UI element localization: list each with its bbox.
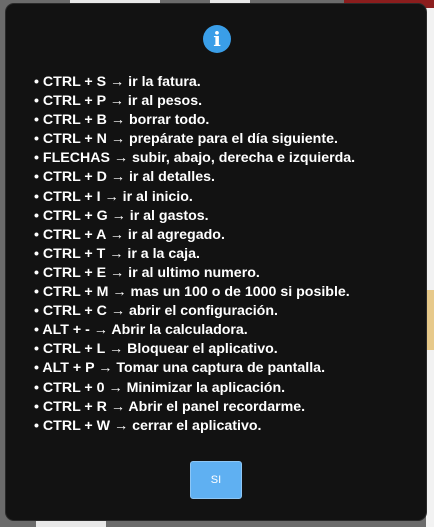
info-icon: i xyxy=(203,25,231,53)
background-fragment xyxy=(36,521,106,527)
shortcut-item: • CTRL + W → cerrar el aplicativo. xyxy=(34,417,262,434)
shortcut-item: • CTRL + C → abrir el configuración. xyxy=(34,303,278,320)
shortcut-item: • ALT + P → Tomar una captura de pantall… xyxy=(34,360,326,377)
shortcuts-dialog: i • CTRL + S → ir la fatura. • CTRL + P →… xyxy=(6,4,426,520)
shortcut-item: • CTRL + D → ir al detalles. xyxy=(34,169,215,186)
shortcut-item: • CTRL + A → ir al agregado. xyxy=(34,226,225,243)
shortcut-item: • CTRL + 0 → Minimizar la aplicación. xyxy=(34,379,286,396)
shortcut-list: • CTRL + S → ir la fatura. • CTRL + P → i… xyxy=(34,73,355,436)
shortcut-item: • FLECHAS → subir, abajo, derecha e izqu… xyxy=(34,150,356,167)
shortcut-item: • CTRL + N → prepárate para el día sigui… xyxy=(34,131,338,148)
shortcut-item: • CTRL + E → ir al ultimo numero. xyxy=(34,264,260,281)
shortcut-item: • CTRL + B → borrar todo. xyxy=(34,112,210,129)
shortcut-item: • ALT + - → Abrir la calculadora. xyxy=(34,322,248,339)
shortcut-item: • CTRL + T → ir a la caja. xyxy=(34,245,200,262)
confirm-button[interactable]: SI xyxy=(190,461,242,499)
shortcut-item: • CTRL + M → mas un 100 o de 1000 si pos… xyxy=(34,284,350,301)
shortcut-item: • CTRL + L → Bloquear el aplicativo. xyxy=(34,341,278,358)
shortcut-item: • CTRL + S → ir la fatura. xyxy=(34,74,201,90)
shortcut-item: • CTRL + P → ir al pesos. xyxy=(34,93,203,110)
shortcut-item: • CTRL + R → Abrir el panel recordarme. xyxy=(34,398,306,415)
shortcut-item: • CTRL + G → ir al gastos. xyxy=(34,207,209,224)
shortcut-item: • CTRL + I → ir al inicio. xyxy=(34,188,193,205)
background-fragment xyxy=(426,290,434,350)
background-fragment xyxy=(426,8,434,527)
